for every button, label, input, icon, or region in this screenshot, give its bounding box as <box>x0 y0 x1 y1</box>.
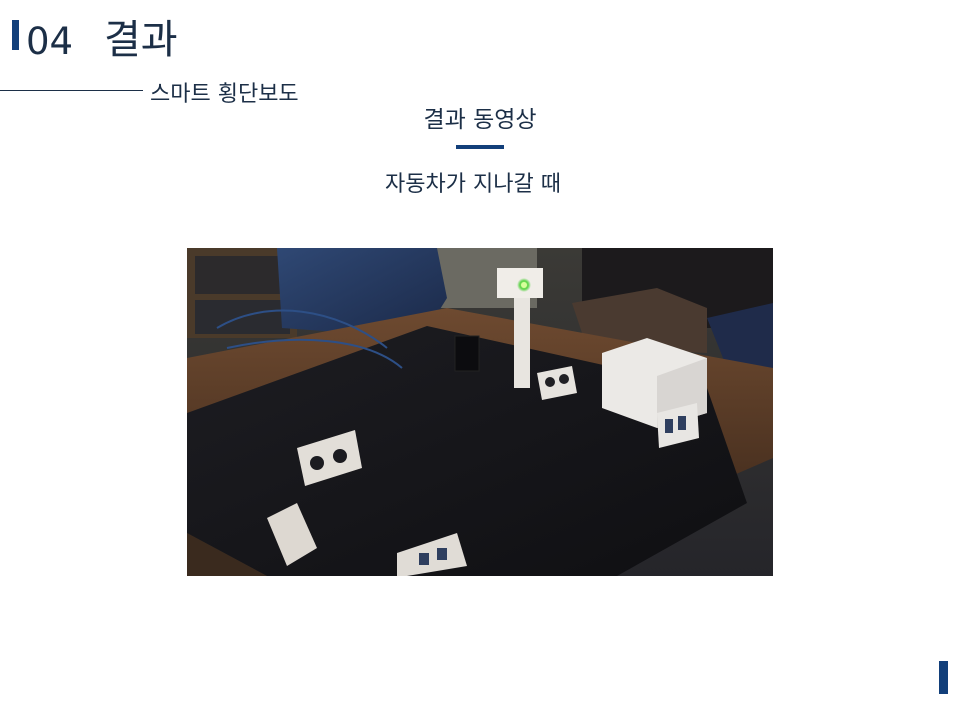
video-player[interactable] <box>187 248 773 576</box>
video-frame-image <box>187 248 773 576</box>
section-number: 04 <box>26 20 74 63</box>
slide-subtitle: 스마트 횡단보도 <box>150 82 299 107</box>
page-corner-mark <box>939 661 948 694</box>
title-accent-bar <box>12 20 19 50</box>
video-caption: 자동차가 지나갈 때 <box>385 172 561 197</box>
subtitle-divider-line <box>0 90 143 91</box>
heading-underline <box>456 145 504 149</box>
section-title: 결과 <box>104 17 178 63</box>
video-heading: 결과 동영상 <box>423 107 537 133</box>
